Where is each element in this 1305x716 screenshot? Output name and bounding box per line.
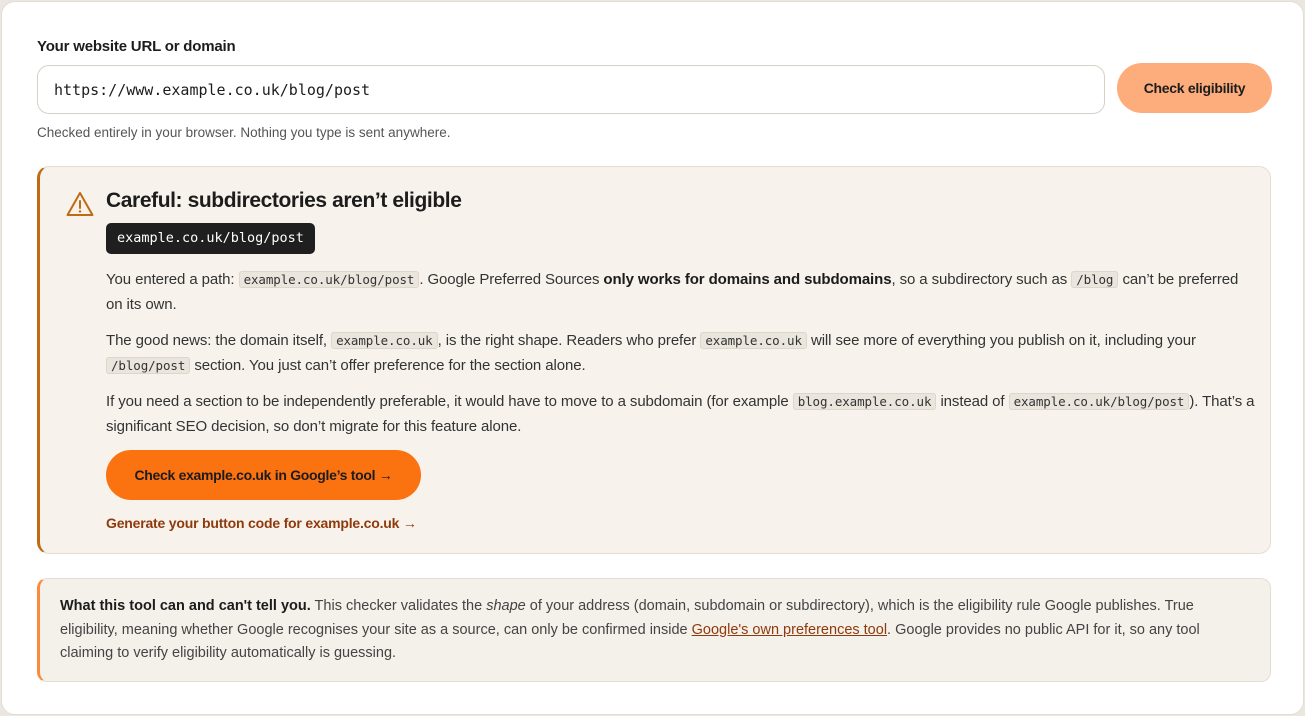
inline-code: /blog/post	[106, 357, 191, 374]
generate-button-code-link[interactable]: Generate your button code for example.co…	[106, 515, 417, 531]
inline-code: example.co.uk/blog/post	[1008, 393, 1190, 410]
check-in-google-tool-button[interactable]: Check example.co.uk in Google’s tool →	[106, 450, 421, 500]
inline-code: example.co.uk	[331, 332, 438, 349]
url-field-label: Your website URL or domain	[37, 38, 236, 55]
warning-triangle-icon	[66, 192, 94, 216]
inline-code: blog.example.co.uk	[792, 393, 937, 410]
inline-code: /blog	[1071, 271, 1119, 288]
checker-card: Your website URL or domain Check eligibi…	[1, 1, 1304, 715]
privacy-note: Checked entirely in your browser. Nothin…	[37, 125, 451, 140]
subdirectory-warning: Careful: subdirectories aren’t eligible …	[37, 166, 1271, 554]
warning-paragraph-good-news: The good news: the domain itself, exampl…	[106, 332, 1196, 374]
inline-code: example.co.uk	[700, 332, 807, 349]
check-eligibility-button[interactable]: Check eligibility	[1117, 63, 1272, 113]
inline-code: example.co.uk/blog/post	[238, 271, 420, 288]
emphasis-text: only works for domains and subdomains	[603, 271, 892, 288]
entered-path-chip: example.co.uk/blog/post	[106, 223, 315, 254]
tool-limitations-note: What this tool can and can't tell you. T…	[37, 578, 1271, 682]
google-preferences-tool-link[interactable]: Google's own preferences tool	[692, 622, 887, 638]
warning-paragraph-path: You entered a path: example.co.uk/blog/p…	[106, 271, 1239, 313]
url-input[interactable]	[37, 65, 1105, 114]
warning-title: Careful: subdirectories aren’t eligible	[106, 189, 462, 212]
note-heading: What this tool can and can't tell you.	[60, 598, 311, 614]
warning-paragraph-subdomain: If you need a section to be independentl…	[106, 393, 1255, 435]
